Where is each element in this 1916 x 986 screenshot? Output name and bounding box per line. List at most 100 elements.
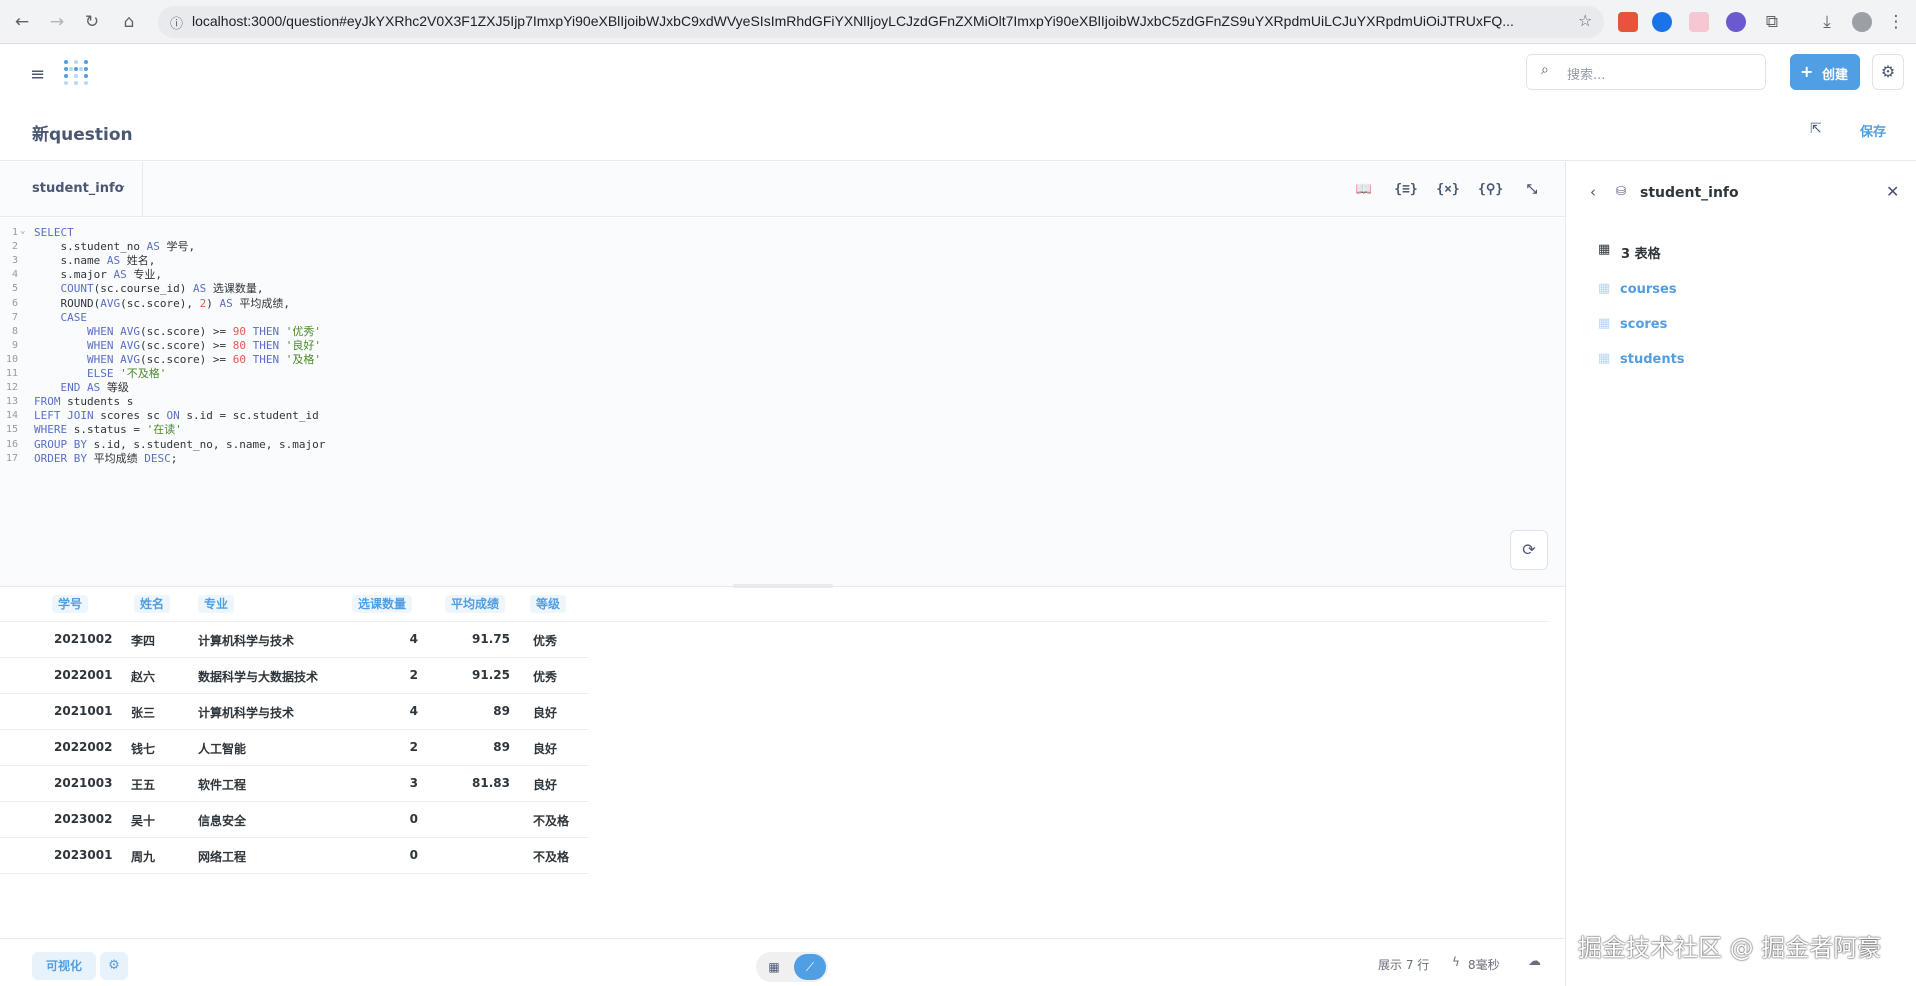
- resize-handle[interactable]: [733, 584, 833, 588]
- code-token: GROUP BY: [34, 437, 87, 451]
- bookmark-star-icon[interactable]: ☆: [1578, 11, 1592, 30]
- code-token: AS: [146, 240, 160, 254]
- code-token: AVG: [100, 296, 121, 310]
- column-header[interactable]: 专业: [198, 594, 235, 614]
- extension-icon[interactable]: [1689, 12, 1709, 32]
- column-header[interactable]: 学号: [52, 594, 89, 614]
- column-header[interactable]: 平均成绩: [445, 594, 506, 614]
- line-number: 5: [11, 283, 18, 295]
- table-cell: 李四: [131, 634, 156, 648]
- code-token: 60: [232, 352, 246, 366]
- table-cell: 良好: [533, 742, 558, 756]
- line-number: 14: [5, 410, 18, 422]
- code-token: AS: [113, 268, 127, 282]
- extensions-puzzle-icon[interactable]: ⧉: [1760, 10, 1784, 34]
- code-text: SELECT: [34, 226, 74, 240]
- extension-icon[interactable]: [1652, 12, 1672, 32]
- plus-icon: +: [1800, 62, 1814, 81]
- code-token: s.id = sc.student_id: [179, 409, 319, 423]
- tables-count: 3 表格: [1621, 247, 1661, 262]
- table-cell: 赵六: [131, 670, 156, 684]
- chart-view-icon[interactable]: ⟋: [794, 954, 826, 980]
- table-cell: 数据科学与大数据技术: [198, 670, 319, 684]
- code-text: LEFT JOIN scores sc ON s.id = sc.student…: [34, 409, 319, 423]
- open-external-icon[interactable]: ⇱: [1810, 121, 1822, 137]
- code-text: CASE: [34, 311, 87, 325]
- code-token: (sc.score) >=: [139, 324, 233, 338]
- snippets-icon[interactable]: {≡}: [1394, 179, 1418, 201]
- sidebar-table-scores[interactable]: ▦ scores: [1598, 313, 1878, 337]
- variables-icon[interactable]: {×}: [1436, 179, 1460, 201]
- chevron-down-icon: ⌄: [118, 180, 127, 191]
- table-name: scores: [1620, 317, 1668, 332]
- code-token: '优秀': [285, 324, 321, 338]
- table-cell: 网络工程: [198, 850, 247, 864]
- fold-chevron-icon[interactable]: ⌄: [20, 224, 25, 238]
- code-token: (sc.score),: [120, 296, 200, 310]
- sidebar-table-students[interactable]: ▦ students: [1598, 348, 1878, 372]
- sidebar-table-courses[interactable]: ▦ courses: [1598, 278, 1878, 302]
- sql-editor[interactable]: 1 ⌄ SELECT 2 s.student_no AS 学号, 3 s.name AS…: [0, 218, 1565, 586]
- table-row[interactable]: 2021002 李四 计算机科学与技术 4 91.75 优秀: [0, 622, 589, 658]
- code-text: WHEN AVG(sc.score) >= 60 THEN '及格': [34, 353, 321, 367]
- table-row[interactable]: 2021003 王五 软件工程 3 81.83 良好: [0, 766, 589, 802]
- line-number: 15: [5, 424, 18, 436]
- back-chevron-icon[interactable]: ‹: [1590, 183, 1596, 201]
- table-cell: 不及格: [533, 814, 570, 828]
- database-selector[interactable]: student_info ⌄: [0, 162, 143, 217]
- code-text: ROUND(AVG(sc.score), 2) AS 平均成绩,: [34, 296, 290, 311]
- profile-avatar[interactable]: [1852, 12, 1872, 32]
- download-cloud-icon[interactable]: ☁: [1528, 954, 1541, 969]
- code-token: THEN: [252, 338, 280, 352]
- reload-icon[interactable]: ↻: [80, 10, 104, 34]
- menu-kebab-icon[interactable]: ⋮: [1884, 10, 1908, 34]
- column-header[interactable]: 等级: [530, 594, 567, 614]
- forward-icon[interactable]: →: [45, 10, 69, 34]
- table-row[interactable]: 2023002 吴十 信息安全 0 不及格: [0, 802, 589, 838]
- hamburger-menu-icon[interactable]: ≡: [30, 64, 45, 85]
- line-number: 8: [11, 325, 18, 337]
- new-button[interactable]: + 创建: [1790, 54, 1860, 90]
- table-row[interactable]: 2023001 周九 网络工程 0 不及格: [0, 838, 589, 874]
- viz-settings-gear-icon[interactable]: ⚙: [100, 952, 128, 980]
- settings-gear-icon[interactable]: ⚙: [1872, 54, 1904, 90]
- code-token: WHEN: [34, 338, 114, 352]
- code-token: ): [206, 296, 220, 310]
- table-cell: 91.75: [472, 632, 510, 646]
- question-title[interactable]: 新question: [32, 120, 133, 145]
- back-icon[interactable]: ←: [10, 10, 34, 34]
- visualize-button[interactable]: 可视化: [32, 952, 96, 980]
- metabase-logo-icon[interactable]: [62, 58, 90, 86]
- data-reference-book-icon[interactable]: 📖: [1352, 179, 1376, 201]
- table-row[interactable]: 2022001 赵六 数据科学与大数据技术 2 91.25 优秀: [0, 658, 589, 694]
- code-token: ;: [170, 451, 178, 465]
- code-token: WHEN: [34, 324, 114, 338]
- code-text: WHEN AVG(sc.score) >= 90 THEN '优秀': [34, 325, 321, 339]
- extension-icon[interactable]: [1618, 12, 1638, 32]
- address-bar[interactable]: ⓘ localhost:3000/question#eyJkYXRhc2V0X3…: [158, 6, 1604, 38]
- close-icon[interactable]: ✕: [1886, 182, 1899, 201]
- database-icon: ⛁: [1616, 184, 1627, 198]
- collapse-editor-icon[interactable]: ⤡: [1520, 179, 1544, 201]
- search-input[interactable]: ⌕ 搜索...: [1526, 54, 1766, 90]
- site-info-icon[interactable]: ⓘ: [170, 13, 183, 32]
- view-toggle[interactable]: ▦ ⟋: [756, 952, 828, 982]
- code-token: 平均成绩,: [232, 296, 290, 310]
- table-cell: 0: [409, 812, 418, 826]
- save-button[interactable]: 保存: [1860, 121, 1886, 140]
- table-row[interactable]: 2021001 张三 计算机科学与技术 4 89 良好: [0, 694, 589, 730]
- table-cell: 信息安全: [198, 814, 247, 828]
- download-icon[interactable]: ⤓: [1815, 10, 1839, 34]
- code-text: FROM students s: [34, 395, 133, 409]
- code-token: WHEN: [34, 352, 114, 366]
- home-icon[interactable]: ⌂: [117, 10, 141, 34]
- preview-query-icon[interactable]: {⚲}: [1478, 179, 1503, 201]
- extension-icon[interactable]: [1726, 12, 1746, 32]
- table-view-icon[interactable]: ▦: [760, 955, 788, 979]
- run-query-refresh-icon[interactable]: ⟳: [1510, 530, 1548, 570]
- column-header[interactable]: 姓名: [134, 594, 171, 614]
- table-row[interactable]: 2022002 钱七 人工智能 2 89 良好: [0, 730, 589, 766]
- column-header-label: 专业: [198, 595, 235, 613]
- column-header[interactable]: 选课数量: [352, 594, 413, 614]
